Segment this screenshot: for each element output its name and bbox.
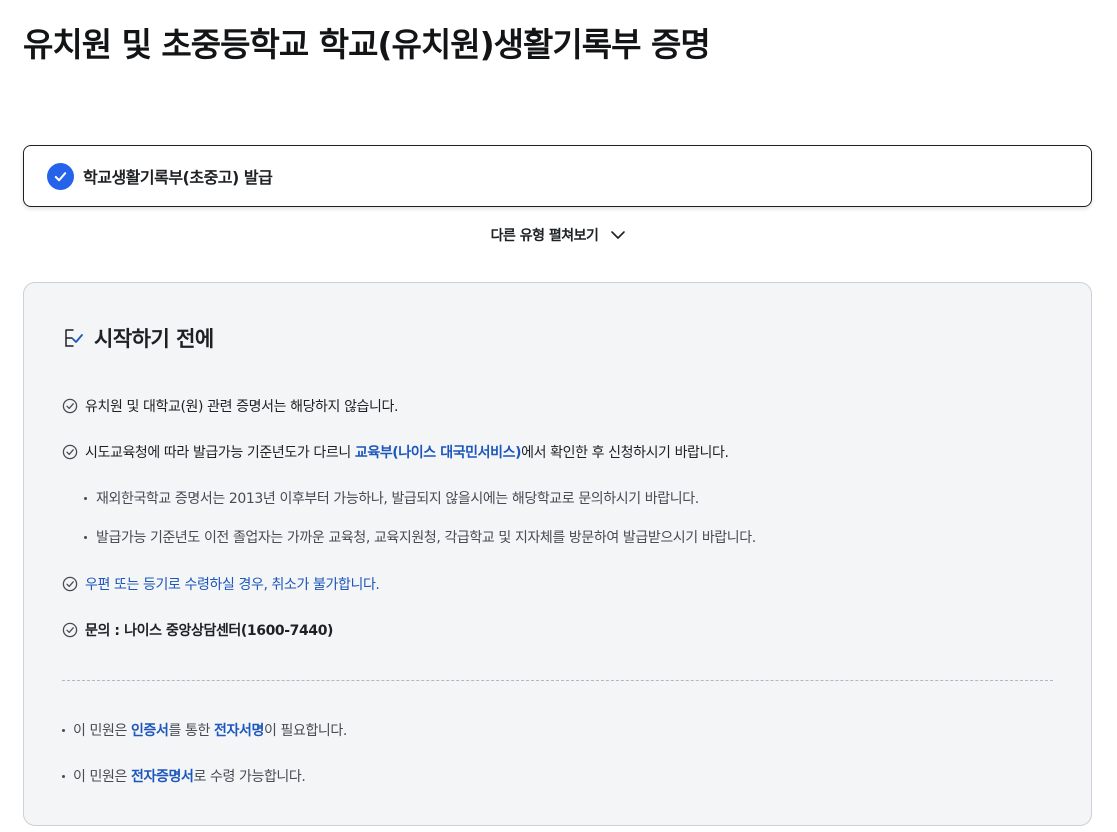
check-outline-icon bbox=[62, 576, 78, 592]
info-item-warning: 우편 또는 등기로 수령하실 경우, 취소가 불가합니다. bbox=[62, 574, 380, 594]
expand-label: 다른 유형 펼쳐보기 bbox=[490, 228, 599, 244]
info-item: 유치원 및 대학교(원) 관련 증명서는 해당하지 않습니다. bbox=[62, 396, 398, 416]
sub-item: 발급가능 기준년도 이전 졸업자는 가까운 교육청, 교육지원청, 각급학교 및… bbox=[84, 527, 756, 547]
bullet-icon bbox=[62, 774, 65, 778]
divider bbox=[62, 680, 1053, 681]
option-school-record-issue[interactable]: 학교생활기록부(초중고) 발급 bbox=[23, 145, 1092, 207]
note-item: 이 민원은 전자증명서 로 수령 가능합니다. bbox=[62, 766, 306, 786]
checklist-icon bbox=[62, 326, 86, 350]
note-item: 이 민원은 인증서 를 통한 전자서명 이 필요합니다. bbox=[62, 720, 347, 740]
info-item: 시도교육청에 따라 발급가능 기준년도가 다르니 교육부(나이스 대국민서비스)… bbox=[62, 442, 729, 462]
check-outline-icon bbox=[62, 622, 78, 638]
info-header: 시작하기 전에 bbox=[62, 323, 214, 353]
expand-other-types-button[interactable]: 다른 유형 펼쳐보기 bbox=[0, 223, 1117, 247]
bullet-icon bbox=[84, 535, 87, 539]
check-outline-icon bbox=[62, 398, 78, 414]
sub-item: 재외한국학교 증명서는 2013년 이후부터 가능하나, 발급되지 않을시에는 … bbox=[84, 488, 699, 508]
neis-service-link[interactable]: 교육부(나이스 대국민서비스) bbox=[355, 442, 522, 462]
before-you-start-panel: 시작하기 전에 유치원 및 대학교(원) 관련 증명서는 해당하지 않습니다. … bbox=[23, 282, 1092, 826]
option-label: 학교생활기록부(초중고) 발급 bbox=[83, 168, 273, 187]
bullet-icon bbox=[84, 496, 87, 500]
info-title: 시작하기 전에 bbox=[94, 327, 214, 351]
bullet-icon bbox=[62, 728, 65, 732]
check-outline-icon bbox=[62, 444, 78, 460]
page-title: 유치원 및 초중등학교 학교(유치원)생활기록부 증명 bbox=[23, 25, 711, 64]
info-item-contact: 문의 : 나이스 중앙상담센터(1600-7440) bbox=[62, 620, 333, 640]
check-circle-icon bbox=[47, 162, 74, 190]
chevron-down-icon bbox=[610, 230, 626, 240]
